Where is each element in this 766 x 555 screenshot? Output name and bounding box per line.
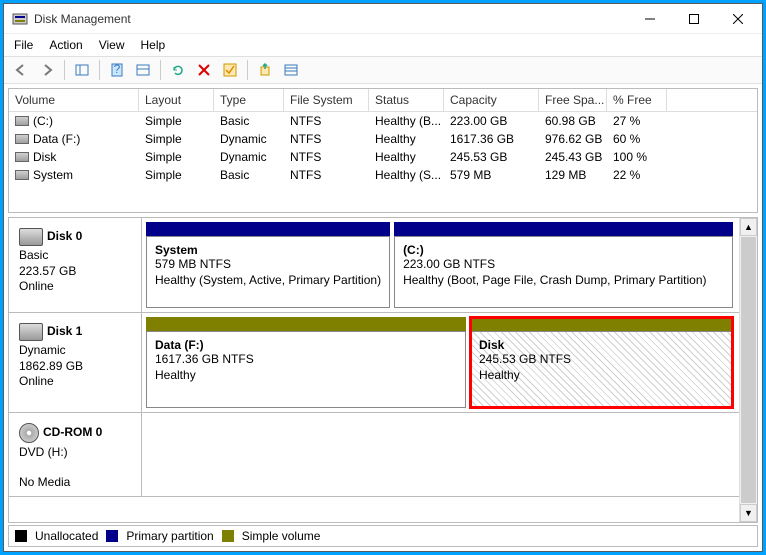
menu-action[interactable]: Action [49,38,82,52]
cdrom-icon [19,423,39,443]
col-status[interactable]: Status [369,89,444,111]
table-row[interactable]: DiskSimpleDynamicNTFSHealthy245.53 GB245… [9,148,757,166]
volume-list-header: Volume Layout Type File System Status Ca… [9,89,757,112]
partition-system[interactable]: System 579 MB NTFS Healthy (System, Acti… [146,236,390,308]
volume-icon [15,134,29,144]
swatch-simple [222,530,234,542]
refresh-button[interactable] [167,59,189,81]
volume-list[interactable]: Volume Layout Type File System Status Ca… [8,88,758,213]
delete-button[interactable] [193,59,215,81]
forward-button[interactable] [36,59,58,81]
col-type[interactable]: Type [214,89,284,111]
swatch-primary [106,530,118,542]
table-row[interactable]: SystemSimpleBasicNTFSHealthy (S...579 MB… [9,166,757,184]
svg-text:?: ? [114,63,121,76]
list-button[interactable] [280,59,302,81]
minimize-button[interactable] [628,5,672,33]
col-pct[interactable]: % Free [607,89,667,111]
disk-info-cdrom: CD-ROM 0 DVD (H:) No Media [9,413,142,496]
legend-simple: Simple volume [242,529,321,543]
swatch-unallocated [15,530,27,542]
disk-info-0: Disk 0 Basic 223.57 GB Online [9,218,142,312]
disk-row-cdrom[interactable]: CD-ROM 0 DVD (H:) No Media [9,413,739,497]
vertical-scrollbar[interactable]: ▲ ▼ [739,218,757,522]
partition-c[interactable]: (C:) 223.00 GB NTFS Healthy (Boot, Page … [394,236,733,308]
window-title: Disk Management [34,12,628,26]
scroll-thumb[interactable] [741,237,756,503]
disk-icon [19,323,43,341]
show-hide-button[interactable] [71,59,93,81]
partition-disk[interactable]: Disk 245.53 GB NTFS Healthy [470,331,733,408]
volume-icon [15,116,29,126]
scroll-down-button[interactable]: ▼ [740,504,757,522]
volume-icon [15,152,29,162]
disk-management-window: Disk Management File Action View Help ? … [3,3,763,552]
back-button[interactable] [10,59,32,81]
table-row[interactable]: Data (F:)SimpleDynamicNTFSHealthy1617.36… [9,130,757,148]
toolbar: ? [4,56,762,84]
maximize-button[interactable] [672,5,716,33]
disk-map: Disk 0 Basic 223.57 GB Online System 579… [8,217,758,523]
legend-unallocated: Unallocated [35,529,98,543]
app-icon [12,11,28,27]
volume-icon [15,170,29,180]
titlebar[interactable]: Disk Management [4,4,762,34]
close-button[interactable] [716,5,760,33]
disk-row-0[interactable]: Disk 0 Basic 223.57 GB Online System 579… [9,218,739,313]
export-button[interactable] [254,59,276,81]
scroll-up-button[interactable]: ▲ [740,218,757,236]
help-button[interactable]: ? [106,59,128,81]
partition-data[interactable]: Data (F:) 1617.36 GB NTFS Healthy [146,331,466,408]
disk-row-1[interactable]: Disk 1 Dynamic 1862.89 GB Online Data (F… [9,313,739,413]
col-volume[interactable]: Volume [9,89,139,111]
menu-help[interactable]: Help [141,38,166,52]
col-fs[interactable]: File System [284,89,369,111]
check-button[interactable] [219,59,241,81]
col-capacity[interactable]: Capacity [444,89,539,111]
legend-primary: Primary partition [126,529,213,543]
disk-info-1: Disk 1 Dynamic 1862.89 GB Online [9,313,142,412]
col-free[interactable]: Free Spa... [539,89,607,111]
table-row[interactable]: (C:)SimpleBasicNTFSHealthy (B...223.00 G… [9,112,757,130]
col-layout[interactable]: Layout [139,89,214,111]
legend: Unallocated Primary partition Simple vol… [8,525,758,547]
disk-icon [19,228,43,246]
menu-view[interactable]: View [99,38,125,52]
menu-file[interactable]: File [14,38,33,52]
menubar: File Action View Help [4,34,762,56]
settings-top-button[interactable] [132,59,154,81]
